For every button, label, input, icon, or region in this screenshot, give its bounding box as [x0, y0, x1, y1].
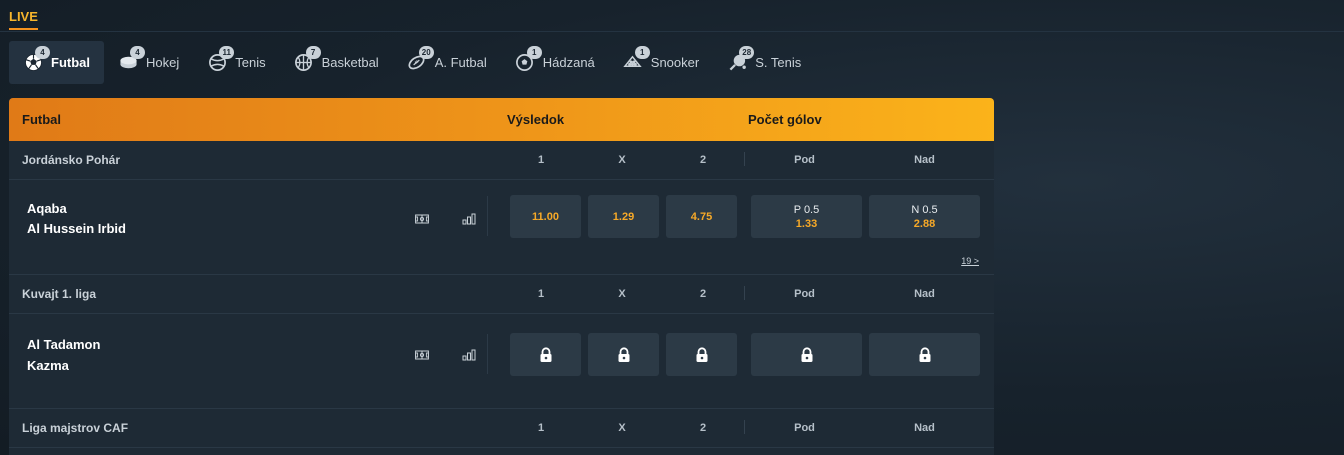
col-header-under: Pod: [794, 422, 815, 434]
tab-count-badge: 1: [526, 45, 542, 59]
more-markets-link[interactable]: 19 >: [961, 256, 979, 266]
tab-label: A. Futbal: [434, 55, 487, 70]
tab-label: Tenis: [235, 55, 266, 70]
soccer-ball-icon: 4: [23, 45, 50, 73]
tab-label: Basketbal: [321, 55, 379, 70]
col-header-over: Nad: [914, 422, 935, 434]
tab-tenis[interactable]: 11 Tenis: [193, 41, 279, 84]
odd-button-over[interactable]: N 0.5 2.88: [869, 195, 980, 238]
lock-icon: [801, 346, 812, 362]
tab-count-badge: 1: [634, 45, 650, 59]
league-header: Jordánsko Pohár 1 X 2 Pod Nad: [9, 141, 994, 180]
panel-header: Futbal Výsledok Počet gólov: [9, 98, 994, 141]
tab-american-football[interactable]: 20 A. Futbal: [393, 41, 501, 84]
tab-hadzana[interactable]: 1 Hádzaná: [501, 41, 609, 84]
tab-label: Snooker: [650, 55, 700, 70]
column-divider: [744, 152, 745, 166]
result-market-header: Výsledok: [507, 112, 565, 127]
handball-icon: 1: [515, 45, 542, 73]
top-divider: [0, 31, 1344, 32]
tab-basketbal[interactable]: 7 Basketbal: [280, 41, 393, 84]
tab-count-badge: 4: [35, 45, 50, 59]
tab-futbal[interactable]: 4 Futbal: [9, 41, 104, 84]
col-header-over: Nad: [914, 288, 935, 300]
tab-label: Futbal: [51, 55, 90, 70]
tab-snooker[interactable]: 1 Snooker: [609, 41, 713, 84]
col-header-under: Pod: [794, 154, 815, 166]
snooker-icon: 1: [623, 45, 650, 73]
lock-icon: [618, 346, 629, 362]
home-team: Aqaba: [27, 201, 67, 216]
away-team: Kazma: [27, 358, 69, 373]
home-team: Al Tadamon: [27, 337, 101, 352]
tennis-ball-icon: 11: [207, 45, 235, 73]
stats-icon[interactable]: [462, 212, 476, 225]
tab-hokej[interactable]: 4 Hokej: [104, 41, 193, 84]
basketball-icon: 7: [294, 45, 321, 73]
col-header-2: 2: [699, 154, 707, 166]
col-header-x: X: [618, 422, 626, 434]
tab-stolny-tenis[interactable]: 28 S. Tenis: [713, 41, 815, 84]
under-line: P 0.5: [793, 203, 820, 216]
stats-icon[interactable]: [462, 348, 476, 361]
col-header-1: 1: [537, 288, 545, 300]
away-team: Al Hussein Irbid: [27, 221, 126, 236]
sport-tabs: 4 Futbal 4 Hokej 11 Tenis 7 Basketbal 20…: [9, 41, 815, 84]
tab-count-badge: 20: [418, 45, 434, 59]
tab-count-badge: 4: [130, 45, 145, 59]
pitch-icon[interactable]: [415, 348, 429, 360]
table-tennis-icon: 28: [727, 45, 755, 73]
col-header-2: 2: [699, 422, 707, 434]
tab-label: S. Tenis: [755, 55, 802, 70]
row-divider: [487, 196, 488, 236]
league-header: Liga majstrov CAF 1 X 2 Pod Nad: [9, 409, 994, 448]
league-name: Liga majstrov CAF: [22, 421, 129, 435]
row-divider: [487, 334, 488, 374]
match-row[interactable]: Al Tadamon Kazma: [9, 314, 994, 409]
odds-panel: Futbal Výsledok Počet gólov Jordánsko Po…: [9, 98, 994, 455]
panel-sport-title: Futbal: [22, 112, 61, 127]
tab-count-badge: 28: [739, 45, 755, 59]
column-divider: [744, 420, 745, 434]
col-header-x: X: [618, 154, 626, 166]
under-value: 1.33: [795, 217, 818, 230]
goals-market-header: Počet gólov: [748, 112, 822, 127]
hockey-puck-icon: 4: [118, 45, 145, 73]
match-row[interactable]: Aqaba Al Hussein Irbid 11.00 1.29 4.75 P…: [9, 180, 994, 275]
odd-button-1[interactable]: 11.00: [510, 195, 581, 238]
pitch-icon[interactable]: [415, 212, 429, 224]
tab-label: Hádzaná: [542, 55, 595, 70]
tab-count-badge: 11: [219, 45, 235, 59]
locked-odd-under: [751, 333, 862, 376]
col-header-1: 1: [537, 154, 545, 166]
league-name: Kuvajt 1. liga: [22, 287, 97, 301]
col-header-under: Pod: [794, 288, 815, 300]
over-value: 2.88: [913, 217, 936, 230]
odd-button-x[interactable]: 1.29: [588, 195, 659, 238]
column-divider: [744, 286, 745, 300]
col-header-1: 1: [537, 422, 545, 434]
league-header: Kuvajt 1. liga 1 X 2 Pod Nad: [9, 275, 994, 314]
over-line: N 0.5: [911, 203, 938, 216]
locked-odd-over: [869, 333, 980, 376]
locked-odd-2: [666, 333, 737, 376]
col-header-x: X: [618, 288, 626, 300]
american-football-icon: 20: [407, 45, 434, 73]
league-name: Jordánsko Pohár: [22, 153, 121, 167]
lock-icon: [919, 346, 930, 362]
odd-button-2[interactable]: 4.75: [666, 195, 737, 238]
col-header-2: 2: [699, 288, 707, 300]
lock-icon: [696, 346, 707, 362]
lock-icon: [540, 346, 551, 362]
locked-odd-x: [588, 333, 659, 376]
tab-label: Hokej: [146, 55, 180, 70]
live-section-label: LIVE: [9, 9, 38, 30]
tab-count-badge: 7: [305, 45, 321, 59]
locked-odd-1: [510, 333, 581, 376]
odd-button-under[interactable]: P 0.5 1.33: [751, 195, 862, 238]
col-header-over: Nad: [914, 154, 935, 166]
